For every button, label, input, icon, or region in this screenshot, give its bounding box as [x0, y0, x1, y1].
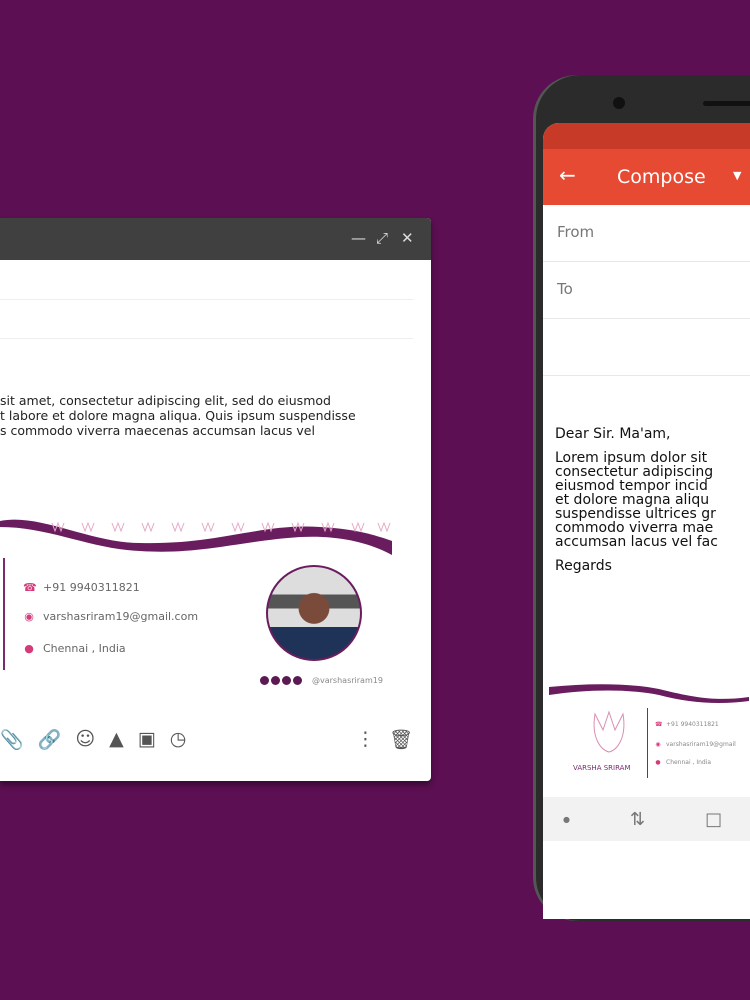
signature-wave-banner	[0, 519, 392, 555]
signature-location: ● Chennai , India	[655, 759, 711, 766]
close-icon[interactable]: ✕	[401, 229, 414, 247]
body-line: commodo viverra mae	[555, 520, 714, 536]
signature-email: ◉ varshasriram19@gmail	[655, 741, 736, 748]
status-bar	[543, 123, 750, 149]
speaker-grille	[703, 101, 750, 106]
nav-recents-icon[interactable]: □	[705, 809, 722, 830]
signature-logo	[593, 710, 625, 753]
image-icon[interactable]: ▣	[138, 728, 156, 751]
body-line: et dolore magna aliqu	[555, 492, 710, 508]
body-line: suspendisse ultrices gr	[555, 506, 716, 522]
android-nav-bar: ● ⇅ □	[543, 797, 750, 841]
signature-location: ● Chennai , India	[23, 642, 126, 655]
email-icon: ◉	[24, 610, 34, 623]
app-bar: ← Compose ▼	[543, 149, 750, 205]
body-line: eiusmod tempor incid	[555, 478, 708, 494]
link-icon[interactable]: 🔗	[38, 728, 62, 751]
email-icon: ◉	[655, 741, 661, 748]
camera-icon	[613, 97, 625, 109]
twitter-icon[interactable]	[271, 676, 280, 685]
signature-divider	[3, 558, 5, 670]
phone-text: +91 9940311821	[43, 581, 140, 594]
compose-toolbar: 📎 🔗 ☺ ▲ ▣ ◷	[0, 728, 186, 751]
phone-screen: ← Compose ▼ From To Dear Sir. Ma'am, Lor…	[543, 123, 750, 919]
email-text: varshasriram19@gmail	[666, 741, 736, 748]
body-line: Lorem ipsum dolor sit	[555, 450, 708, 466]
compose-title: Compose	[617, 166, 706, 188]
dropdown-icon[interactable]: ▼	[733, 169, 741, 182]
phone-icon: ☎	[655, 721, 663, 728]
social-links: @varshasriram19	[260, 676, 383, 685]
body-line: accumsan lacus vel fac	[555, 534, 718, 550]
nav-dot-icon[interactable]: ●	[563, 815, 570, 824]
desktop-compose-window: — ⤢ ✕ sit amet, consectetur adipiscing e…	[0, 218, 431, 781]
subject-field[interactable]	[543, 319, 750, 376]
signature-phone: ☎ +91 9940311821	[655, 721, 719, 728]
phone-text: +91 9940311821	[666, 721, 719, 728]
back-arrow-icon[interactable]: ←	[559, 163, 576, 187]
message-body[interactable]: Dear Sir. Ma'am, Lorem ipsum dolor sit c…	[555, 427, 718, 573]
phone-mockup: ← Compose ▼ From To Dear Sir. Ma'am, Lor…	[533, 75, 750, 921]
message-body[interactable]: sit amet, consectetur adipiscing elit, s…	[0, 393, 356, 438]
body-line: sit amet, consectetur adipiscing elit, s…	[0, 393, 331, 408]
from-field[interactable]: From	[543, 205, 750, 262]
linkedin-icon[interactable]	[293, 676, 302, 685]
instagram-icon[interactable]	[282, 676, 291, 685]
schedule-icon[interactable]: ◷	[170, 728, 187, 751]
drive-icon[interactable]: ▲	[109, 728, 124, 751]
attach-icon[interactable]: 📎	[0, 728, 24, 751]
location-pin-icon: ●	[24, 642, 34, 655]
more-icon[interactable]: ⋮	[356, 728, 375, 751]
location-text: Chennai , India	[43, 642, 126, 655]
logo-name: VARSHA SRIRAM	[573, 764, 631, 772]
signature-wave-banner	[549, 684, 749, 703]
social-handle: @varshasriram19	[312, 676, 383, 685]
body-line: s commodo viverra maecenas accumsan lacu…	[0, 423, 315, 438]
minimize-icon[interactable]: —	[351, 229, 366, 247]
closing: Regards	[555, 558, 612, 574]
to-label: To	[557, 280, 573, 298]
nav-back-icon[interactable]: ⇅	[630, 809, 645, 830]
to-field[interactable]: To	[543, 262, 750, 319]
window-titlebar: — ⤢ ✕	[0, 218, 431, 260]
signature-divider	[647, 708, 648, 778]
trash-icon[interactable]: 🗑	[389, 728, 413, 751]
facebook-icon[interactable]	[260, 676, 269, 685]
expand-icon[interactable]: ⤢	[376, 229, 388, 247]
location-pin-icon: ●	[655, 759, 661, 766]
avatar	[266, 565, 362, 661]
signature-phone: ☎ +91 9940311821	[23, 581, 140, 594]
subject-field[interactable]	[0, 338, 413, 339]
to-field[interactable]	[0, 299, 413, 300]
email-text: varshasriram19@gmail.com	[43, 610, 199, 623]
signature-email: ◉ varshasriram19@gmail.com	[23, 610, 198, 623]
emoji-icon[interactable]: ☺	[75, 728, 95, 751]
greeting: Dear Sir. Ma'am,	[555, 426, 671, 442]
phone-icon: ☎	[23, 581, 37, 594]
from-label: From	[557, 223, 595, 241]
body-line: consectetur adipiscing	[555, 464, 714, 480]
location-text: Chennai , India	[666, 759, 712, 766]
body-line: t labore et dolore magna aliqua. Quis ip…	[0, 408, 356, 423]
